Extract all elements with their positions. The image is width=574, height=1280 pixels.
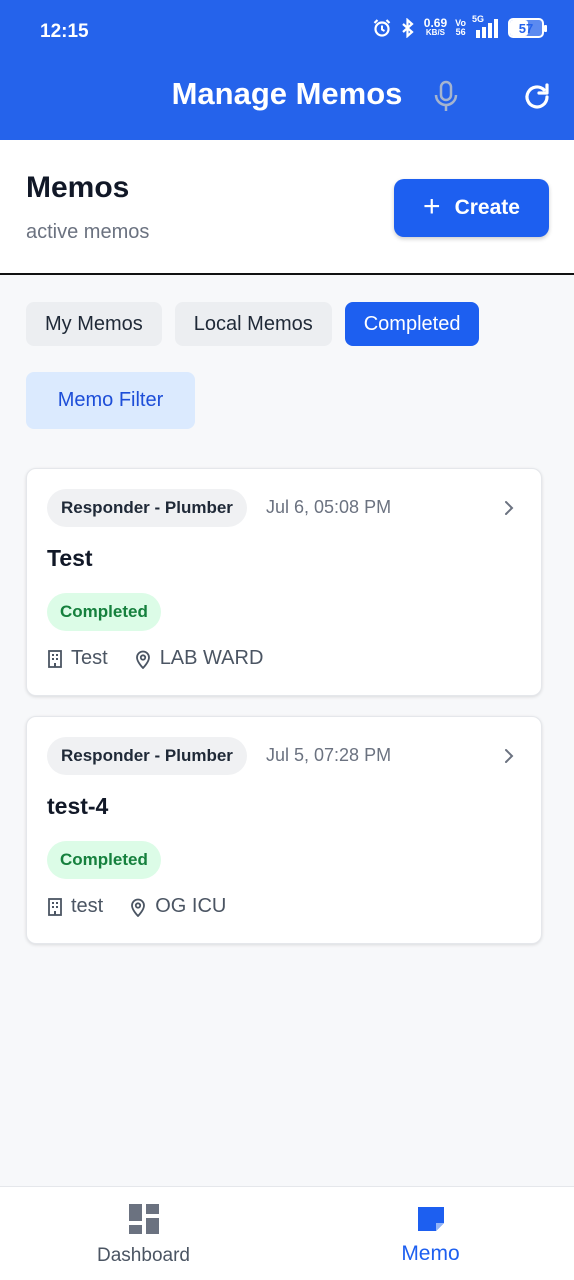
memo-datetime: Jul 5, 07:28 PM xyxy=(266,745,392,765)
chevron-right-icon[interactable] xyxy=(499,496,519,520)
app-title: Manage Memos xyxy=(171,76,403,111)
tab-completed[interactable]: Completed xyxy=(344,302,480,346)
volte-bottom: 56 xyxy=(455,27,466,37)
memo-building: test xyxy=(47,895,103,918)
dashboard-icon xyxy=(128,1203,160,1235)
memo-building: Test xyxy=(47,647,108,670)
memo-icon xyxy=(415,1203,447,1235)
net-speed-value: 0.69 xyxy=(423,16,448,30)
tab-local-memos[interactable]: Local Memos xyxy=(174,302,332,346)
alarm-icon xyxy=(372,18,392,38)
bottom-nav: Dashboard Memo xyxy=(0,1186,574,1280)
mic-button[interactable] xyxy=(432,80,460,114)
memo-meta: Test LAB WARD xyxy=(47,647,263,670)
battery-icon: 57 xyxy=(508,18,547,38)
create-label: Create xyxy=(454,196,520,219)
memo-building-label: Test xyxy=(71,647,108,669)
network-type: 5G xyxy=(472,14,485,24)
nav-memo[interactable]: Memo xyxy=(287,1187,574,1280)
memo-location-label: OG ICU xyxy=(155,895,227,917)
create-button[interactable]: + Create xyxy=(394,179,549,237)
chevron-right-icon[interactable] xyxy=(499,744,519,768)
location-pin-icon xyxy=(135,650,150,669)
page-title: Memos xyxy=(26,171,130,204)
memo-card[interactable]: Responder - Plumber Jul 5, 07:28 PM test… xyxy=(26,716,542,944)
responder-chip: Responder - Plumber xyxy=(47,737,247,775)
memo-location: LAB WARD xyxy=(134,647,264,670)
status-icons: 0.69 KB/S Vo 56 5G 57 xyxy=(372,14,547,38)
status-time: 12:15 xyxy=(40,21,89,42)
refresh-icon xyxy=(525,83,549,109)
memo-location: OG ICU xyxy=(129,895,226,918)
tab-my-memos[interactable]: My Memos xyxy=(26,302,162,346)
building-icon xyxy=(48,649,62,668)
memo-datetime: Jul 6, 05:08 PM xyxy=(266,497,392,517)
memo-meta: test OG ICU xyxy=(47,895,226,918)
location-pin-icon xyxy=(131,898,146,917)
page-subtitle: active memos xyxy=(26,221,150,243)
refresh-button[interactable] xyxy=(520,80,554,114)
memo-location-label: LAB WARD xyxy=(159,647,264,669)
net-speed: 0.69 KB/S xyxy=(423,16,448,38)
app-header: 12:15 0.69 KB/S Vo 56 5G 57 Manage Memos xyxy=(0,0,574,140)
memo-title: test-4 xyxy=(47,793,109,819)
status-bar: 12:15 0.69 KB/S Vo 56 5G 57 xyxy=(0,0,574,64)
memo-card[interactable]: Responder - Plumber Jul 6, 05:08 PM Test… xyxy=(26,468,542,696)
nav-memo-label: Memo xyxy=(401,1242,460,1265)
nav-dashboard-label: Dashboard xyxy=(97,1245,190,1266)
volte-indicator: Vo 56 xyxy=(455,19,466,37)
nav-dashboard[interactable]: Dashboard xyxy=(0,1187,287,1280)
memo-filter-button[interactable]: Memo Filter xyxy=(26,372,195,429)
memo-tabs: My Memos Local Memos Completed xyxy=(26,302,480,346)
signal-icon: 5G xyxy=(472,14,500,38)
net-speed-unit: KB/S xyxy=(425,28,446,37)
battery-level: 57 xyxy=(518,20,534,36)
page-heading: Memos active memos + Create xyxy=(0,140,574,275)
mic-icon xyxy=(434,80,458,111)
responder-chip: Responder - Plumber xyxy=(47,489,247,527)
plus-icon: + xyxy=(423,189,441,223)
memo-building-label: test xyxy=(71,895,104,917)
memo-title: Test xyxy=(47,545,93,571)
status-badge: Completed xyxy=(47,593,161,631)
status-badge: Completed xyxy=(47,841,161,879)
building-icon xyxy=(48,897,62,916)
bluetooth-icon xyxy=(400,18,416,38)
